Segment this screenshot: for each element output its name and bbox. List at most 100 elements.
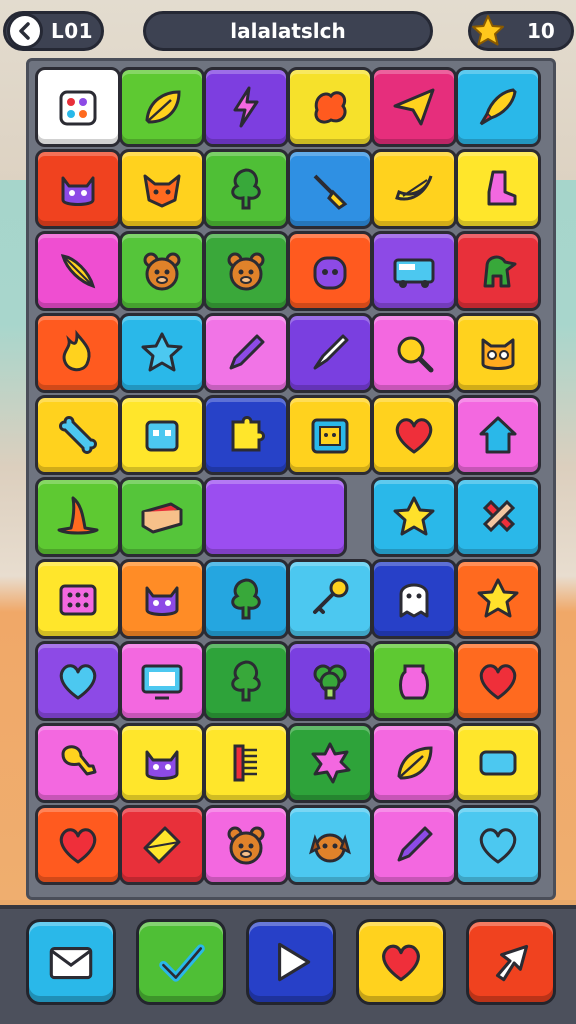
empty-tile-slot[interactable] (203, 477, 347, 557)
board-tile[interactable] (287, 231, 373, 311)
board-tile[interactable] (371, 395, 457, 475)
board-tile[interactable] (119, 231, 205, 311)
bone-icon (59, 416, 97, 454)
key-icon (313, 578, 349, 614)
board-tile[interactable] (35, 559, 121, 639)
envelope-button[interactable] (26, 919, 116, 1005)
cat-face-icon (145, 586, 179, 616)
board-tile[interactable] (35, 723, 121, 803)
board-tile[interactable] (455, 805, 541, 885)
board-tile[interactable] (371, 805, 457, 885)
board-tile[interactable] (287, 313, 373, 393)
eraser-icon (479, 750, 517, 776)
board-tile[interactable] (371, 231, 457, 311)
heart-outline-icon (479, 828, 517, 864)
heart-icon (395, 418, 433, 454)
robot-icon (145, 420, 179, 452)
board-tile[interactable] (119, 559, 205, 639)
board-tile[interactable] (455, 313, 541, 393)
tree-icon (231, 168, 261, 210)
board-tile[interactable] (35, 805, 121, 885)
drumstick-icon (61, 745, 97, 776)
board-tile[interactable] (455, 231, 541, 311)
board-tile[interactable] (287, 67, 373, 147)
confirm-button[interactable] (136, 919, 226, 1005)
board-tile[interactable] (35, 477, 121, 557)
heart-icon (59, 828, 97, 864)
board-tile[interactable] (35, 395, 121, 475)
comb-icon (233, 744, 257, 782)
board-tile[interactable] (119, 805, 205, 885)
board-tile[interactable] (455, 641, 541, 721)
monitor-icon (141, 664, 183, 700)
board-tile[interactable] (203, 67, 289, 147)
board-tile[interactable] (35, 149, 121, 229)
board-tile[interactable] (455, 67, 541, 147)
board-tile[interactable] (371, 559, 457, 639)
board-tile[interactable] (203, 805, 289, 885)
star-outline-icon (141, 332, 183, 372)
books-icon (141, 502, 183, 534)
board-tile[interactable] (455, 149, 541, 229)
board-tile[interactable] (371, 477, 457, 557)
board-tile[interactable] (203, 559, 289, 639)
board-tile[interactable] (35, 67, 121, 147)
board-tile[interactable] (35, 231, 121, 311)
palette-icon (59, 90, 97, 126)
jar-icon (399, 664, 429, 700)
bear-face-icon (227, 826, 265, 865)
board-tile[interactable] (455, 395, 541, 475)
owl-face-icon (481, 338, 515, 370)
board-tile[interactable] (119, 313, 205, 393)
board-tile[interactable] (119, 477, 205, 557)
board-tile[interactable] (371, 641, 457, 721)
board-tile[interactable] (203, 313, 289, 393)
board-tile[interactable] (371, 67, 457, 147)
board-tile[interactable] (371, 149, 457, 229)
board-tile[interactable] (203, 395, 289, 475)
board-tile[interactable] (203, 723, 289, 803)
board-tile[interactable] (119, 67, 205, 147)
blob-icon (314, 91, 347, 124)
board-tile[interactable] (287, 559, 373, 639)
board-tile[interactable] (35, 313, 121, 393)
board-tile[interactable] (287, 641, 373, 721)
back-button[interactable] (7, 13, 43, 49)
puzzle-icon (231, 416, 265, 452)
board-tile[interactable] (119, 149, 205, 229)
board-tile[interactable] (119, 723, 205, 803)
board-tile[interactable] (203, 231, 289, 311)
board-tile[interactable] (371, 313, 457, 393)
next-button[interactable] (466, 919, 556, 1005)
magnifier-icon (397, 336, 434, 373)
board-tile[interactable] (287, 149, 373, 229)
checkmark-icon (159, 944, 205, 982)
envelope-icon (49, 946, 93, 980)
monster-face-icon (313, 256, 347, 290)
board-tile[interactable] (119, 395, 205, 475)
board-tile[interactable] (287, 395, 373, 475)
play-button[interactable] (246, 919, 336, 1005)
broom-icon (313, 174, 348, 210)
board-tile[interactable] (35, 641, 121, 721)
witch-hat-icon (57, 496, 99, 535)
board-tile[interactable] (287, 805, 373, 885)
heart-icon (382, 944, 420, 982)
board-tile[interactable] (203, 641, 289, 721)
brush-icon (313, 334, 349, 370)
board-tile[interactable] (371, 723, 457, 803)
board-tile[interactable] (119, 641, 205, 721)
ghost-icon (399, 583, 429, 618)
board-tile[interactable] (455, 477, 541, 557)
truck-icon (393, 258, 435, 288)
board-tile[interactable] (455, 723, 541, 803)
dog-face-icon (309, 833, 351, 863)
favorite-button[interactable] (356, 919, 446, 1005)
star-icon (393, 496, 435, 536)
cat-face-icon (145, 750, 179, 780)
board-tile[interactable] (455, 559, 541, 639)
board-tile[interactable] (203, 149, 289, 229)
board-tile[interactable] (287, 723, 373, 803)
level-title: lalalatslch (143, 11, 433, 51)
paper-plane-icon (393, 88, 435, 126)
